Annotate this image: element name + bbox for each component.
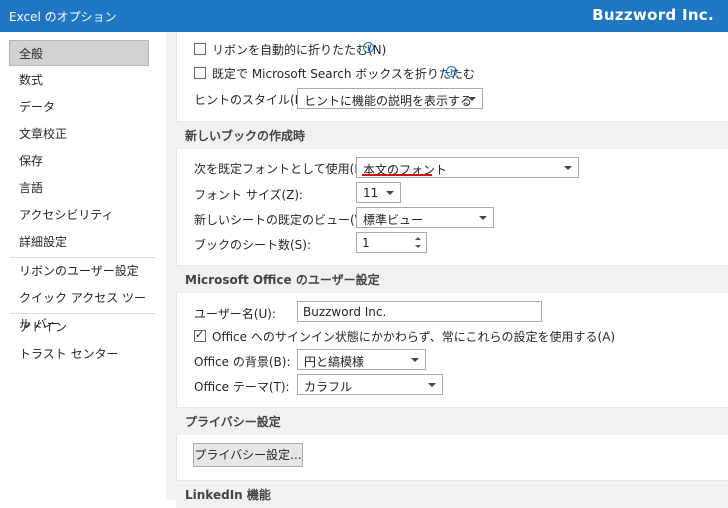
collapse-search-label: 既定で Microsoft Search ボックスを折りたたむ bbox=[212, 67, 475, 81]
annotation-underline bbox=[362, 174, 432, 176]
sheet-count-spinner[interactable]: 1 bbox=[356, 232, 427, 253]
office-theme-dropdown[interactable]: カラフル bbox=[297, 374, 443, 395]
sidebar-item-customize-ribbon[interactable]: リボンのユーザー設定 bbox=[10, 258, 149, 284]
chevron-down-icon bbox=[428, 383, 436, 387]
window-title: Excel のオプション bbox=[9, 10, 117, 24]
sidebar-item-data[interactable]: データ bbox=[10, 94, 149, 120]
chevron-down-icon bbox=[386, 191, 394, 195]
collapse-ribbon-label: リボンを自動的に折りたたむ(N) bbox=[212, 43, 387, 57]
default-view-dropdown[interactable]: 標準ビュー bbox=[356, 207, 494, 228]
section-header-new-workbook: 新しいブックの作成時 bbox=[176, 121, 728, 149]
title-bar: Excel のオプション Buzzword Inc. bbox=[0, 0, 728, 32]
info-icon[interactable]: i bbox=[446, 66, 457, 77]
privacy-settings-button[interactable]: プライバシー設定... bbox=[193, 443, 303, 467]
default-font-label: 次を既定フォントとして使用(N): bbox=[194, 162, 373, 176]
tooltip-style-dropdown[interactable]: ヒントに機能の説明を表示する bbox=[297, 88, 483, 109]
info-icon[interactable]: i bbox=[363, 42, 374, 53]
dropdown-value: カラフル bbox=[304, 380, 353, 394]
dropdown-value: 円と縞模様 bbox=[304, 355, 365, 369]
section-title: LinkedIn 機能 bbox=[185, 488, 271, 502]
username-input[interactable]: Buzzword Inc. bbox=[297, 301, 542, 322]
sidebar-item-accessibility[interactable]: アクセシビリティ bbox=[10, 202, 149, 228]
chevron-down-icon bbox=[468, 97, 476, 101]
account-name[interactable]: Buzzword Inc. bbox=[592, 6, 714, 24]
sidebar: 全般 数式 データ 文章校正 保存 言語 アクセシビリティ 詳細設定 リボンのユ… bbox=[0, 32, 167, 500]
sidebar-item-advanced[interactable]: 詳細設定 bbox=[10, 229, 149, 255]
dropdown-value: ヒントに機能の説明を表示する bbox=[304, 94, 473, 108]
section-header-office-user: Microsoft Office のユーザー設定 bbox=[176, 265, 728, 293]
default-view-label: 新しいシートの既定のビュー(V): bbox=[194, 213, 372, 227]
section-title: プライバシー設定 bbox=[185, 415, 281, 429]
section-title: Microsoft Office のユーザー設定 bbox=[185, 273, 380, 287]
sidebar-item-proofing[interactable]: 文章校正 bbox=[10, 121, 149, 147]
username-label: ユーザー名(U): bbox=[194, 307, 276, 321]
spinner-value: 1 bbox=[362, 236, 370, 250]
chevron-down-icon bbox=[564, 166, 572, 170]
font-size-dropdown[interactable]: 11 bbox=[356, 182, 401, 203]
chevron-down-icon bbox=[479, 216, 487, 220]
sidebar-item-addins[interactable]: アドイン bbox=[10, 314, 149, 340]
username-value: Buzzword Inc. bbox=[303, 305, 387, 319]
sidebar-item-formulas[interactable]: 数式 bbox=[10, 67, 149, 93]
sidebar-item-quick-access-toolbar[interactable]: クイック アクセス ツール バー bbox=[10, 285, 149, 331]
dropdown-value: 標準ビュー bbox=[363, 213, 424, 227]
office-background-label: Office の背景(B): bbox=[194, 355, 291, 369]
dropdown-value: 11 bbox=[363, 186, 379, 200]
sidebar-item-language[interactable]: 言語 bbox=[10, 175, 149, 201]
always-use-settings-label: Office へのサインイン状態にかかわらず、常にこれらの設定を使用する(A) bbox=[212, 330, 616, 344]
collapse-ribbon-checkbox[interactable] bbox=[194, 43, 206, 55]
spin-down-icon[interactable] bbox=[415, 245, 421, 248]
font-size-label: フォント サイズ(Z): bbox=[194, 188, 304, 202]
collapse-search-checkbox[interactable] bbox=[194, 67, 206, 79]
office-background-dropdown[interactable]: 円と縞模様 bbox=[297, 349, 426, 370]
section-title: 新しいブックの作成時 bbox=[185, 129, 306, 143]
sidebar-item-trust-center[interactable]: トラスト センター bbox=[10, 341, 149, 367]
section-header-linkedin: LinkedIn 機能 bbox=[176, 480, 728, 508]
office-theme-label: Office テーマ(T): bbox=[194, 380, 290, 394]
sidebar-item-general[interactable]: 全般 bbox=[9, 40, 149, 66]
sheet-count-label: ブックのシート数(S): bbox=[194, 238, 312, 252]
spin-up-icon[interactable] bbox=[415, 237, 421, 240]
section-header-privacy: プライバシー設定 bbox=[176, 407, 728, 435]
always-use-settings-checkbox[interactable] bbox=[194, 328, 206, 342]
chevron-down-icon bbox=[411, 358, 419, 362]
tooltip-style-label: ヒントのスタイル(R): bbox=[194, 93, 312, 107]
sidebar-item-save[interactable]: 保存 bbox=[10, 148, 149, 174]
